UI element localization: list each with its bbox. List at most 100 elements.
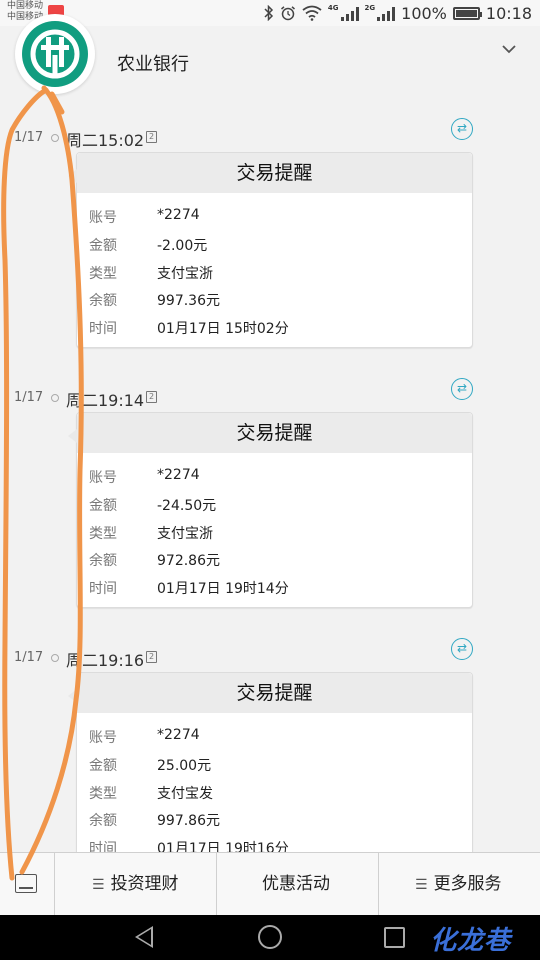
row-key: 账号 <box>89 730 117 746</box>
row-value: 972.86元 <box>157 553 220 570</box>
message-date: 1/17 <box>14 390 44 405</box>
menu-item-label: 优惠活动 <box>262 874 330 894</box>
card-row: 类型 支付宝浙 <box>77 260 472 288</box>
keyboard-icon[interactable] <box>15 874 37 893</box>
signal-1-icon <box>340 5 359 21</box>
card-row: 余额 997.86元 <box>77 807 472 835</box>
battery-icon <box>452 6 482 20</box>
abc-bank-logo-icon <box>22 21 88 87</box>
row-key: 账号 <box>89 210 117 226</box>
swap-arrows-icon[interactable]: ⇄ <box>451 378 473 400</box>
menu-invest-button[interactable]: ☰ 投资理财 <box>92 853 179 915</box>
row-key: 余额 <box>89 553 117 570</box>
row-key: 类型 <box>89 785 117 802</box>
row-key: 金额 <box>89 497 117 514</box>
back-triangle-icon[interactable] <box>135 926 153 948</box>
card-row: 余额 972.86元 <box>77 547 472 575</box>
card-title: 交易提醒 <box>77 673 472 713</box>
row-value: 997.36元 <box>157 293 220 310</box>
row-value: *2274 <box>157 727 200 743</box>
card-row: 类型 支付宝发 <box>77 780 472 808</box>
card-rows: 账号 *2274 金额 -24.50元 类型 支付宝浙 余额 972.86元 时间 01月… <box>77 453 472 603</box>
message-time: 周二15:02 <box>66 131 145 150</box>
card-title: 交易提醒 <box>77 413 472 453</box>
row-value: 01月17日 15时02分 <box>157 321 289 337</box>
menu-lines-icon: ☰ <box>92 877 105 893</box>
row-value: 997.86元 <box>157 813 220 830</box>
card-row: 时间 01月17日 15时02分 <box>77 315 472 343</box>
row-value: -2.00元 <box>157 237 208 254</box>
row-value: -24.50元 <box>157 497 217 514</box>
row-value: *2274 <box>157 467 200 483</box>
row-key: 金额 <box>89 237 117 254</box>
timeline-dot-icon <box>51 394 59 402</box>
row-value: 支付宝浙 <box>157 525 213 542</box>
wifi-icon <box>302 5 322 21</box>
card-row: 账号 *2274 <box>77 204 472 232</box>
card-rows: 账号 *2274 金额 -2.00元 类型 支付宝浙 余额 997.36元 时间 01月1… <box>77 193 472 343</box>
card-row: 类型 支付宝浙 <box>77 520 472 548</box>
row-key: 账号 <box>89 470 117 486</box>
network-type-1: 4G <box>327 4 339 12</box>
network-type-2: 2G <box>364 4 376 12</box>
message-date: 1/17 <box>14 650 44 665</box>
card-row: 金额 -2.00元 <box>77 232 472 260</box>
timeline-dot-icon <box>51 134 59 142</box>
card-row: 时间 01月17日 19时14分 <box>77 575 472 603</box>
row-value: *2274 <box>157 207 200 223</box>
page-title: 农业银行 <box>117 54 189 75</box>
row-key: 余额 <box>89 293 117 310</box>
recent-apps-icon[interactable] <box>384 927 405 948</box>
card-row: 账号 *2274 <box>77 724 472 752</box>
alarm-icon <box>280 6 295 21</box>
battery-percent: 100% <box>401 3 447 23</box>
system-nav-bar: 化龙巷 <box>0 915 540 960</box>
message-time: 周二19:16 <box>66 651 145 670</box>
battery-fill <box>455 9 477 17</box>
transaction-card[interactable]: 交易提醒 账号 *2274 金额 -24.50元 类型 支付宝浙 余额 972.86元 … <box>68 412 473 608</box>
sim-card-icon: 2 <box>146 651 157 663</box>
menu-lines-icon: ☰ <box>415 877 428 893</box>
bank-logo-avatar[interactable] <box>15 14 95 94</box>
sim-card-icon: 2 <box>146 131 157 143</box>
timeline-dot-icon <box>51 654 59 662</box>
swap-arrows-icon[interactable]: ⇄ <box>451 118 473 140</box>
row-value: 支付宝浙 <box>157 265 213 282</box>
row-value: 支付宝发 <box>157 785 213 802</box>
watermark: 化龙巷 <box>430 926 512 956</box>
home-circle-icon[interactable] <box>258 925 282 949</box>
menu-item-label: 更多服务 <box>433 874 502 894</box>
row-key: 时间 <box>89 321 117 337</box>
message-time: 周二19:14 <box>66 391 145 410</box>
menu-divider <box>378 853 379 915</box>
bluetooth-icon <box>264 5 273 21</box>
sim-card-icon: 2 <box>146 391 157 403</box>
row-value: 25.00元 <box>157 757 212 774</box>
clock: 10:18 <box>485 3 532 23</box>
card-title: 交易提醒 <box>77 153 472 193</box>
row-key: 类型 <box>89 265 117 282</box>
bottom-service-menu: ☰ 投资理财 优惠活动 ☰ 更多服务 <box>0 852 540 915</box>
card-rows: 账号 *2274 金额 25.00元 类型 支付宝发 余额 997.86元 时间 01月1… <box>77 713 472 863</box>
menu-divider <box>54 853 55 915</box>
signal-2-icon <box>377 5 396 21</box>
menu-divider <box>216 853 217 915</box>
carrier-line-1: 中国移动 <box>7 1 44 11</box>
chevron-down-icon[interactable] <box>502 40 516 58</box>
transaction-card[interactable]: 交易提醒 账号 *2274 金额 -2.00元 类型 支付宝浙 余额 997.36元 时… <box>68 152 473 348</box>
card-row: 金额 -24.50元 <box>77 492 472 520</box>
row-value: 01月17日 19时14分 <box>157 581 289 597</box>
status-icons: 4G 2G 100% 10:18 <box>264 2 532 24</box>
card-row: 金额 25.00元 <box>77 752 472 780</box>
menu-item-label: 投资理财 <box>110 874 179 894</box>
row-key: 余额 <box>89 813 117 830</box>
menu-more-services-button[interactable]: ☰ 更多服务 <box>415 853 502 915</box>
row-key: 时间 <box>89 581 117 597</box>
card-row: 账号 *2274 <box>77 464 472 492</box>
transaction-card[interactable]: 交易提醒 账号 *2274 金额 25.00元 类型 支付宝发 余额 997.86元 时… <box>68 672 473 868</box>
card-row: 余额 997.36元 <box>77 287 472 315</box>
menu-promotions-button[interactable]: 优惠活动 <box>262 853 330 915</box>
swap-arrows-icon[interactable]: ⇄ <box>451 638 473 660</box>
message-date: 1/17 <box>14 130 44 145</box>
row-key: 金额 <box>89 757 117 774</box>
